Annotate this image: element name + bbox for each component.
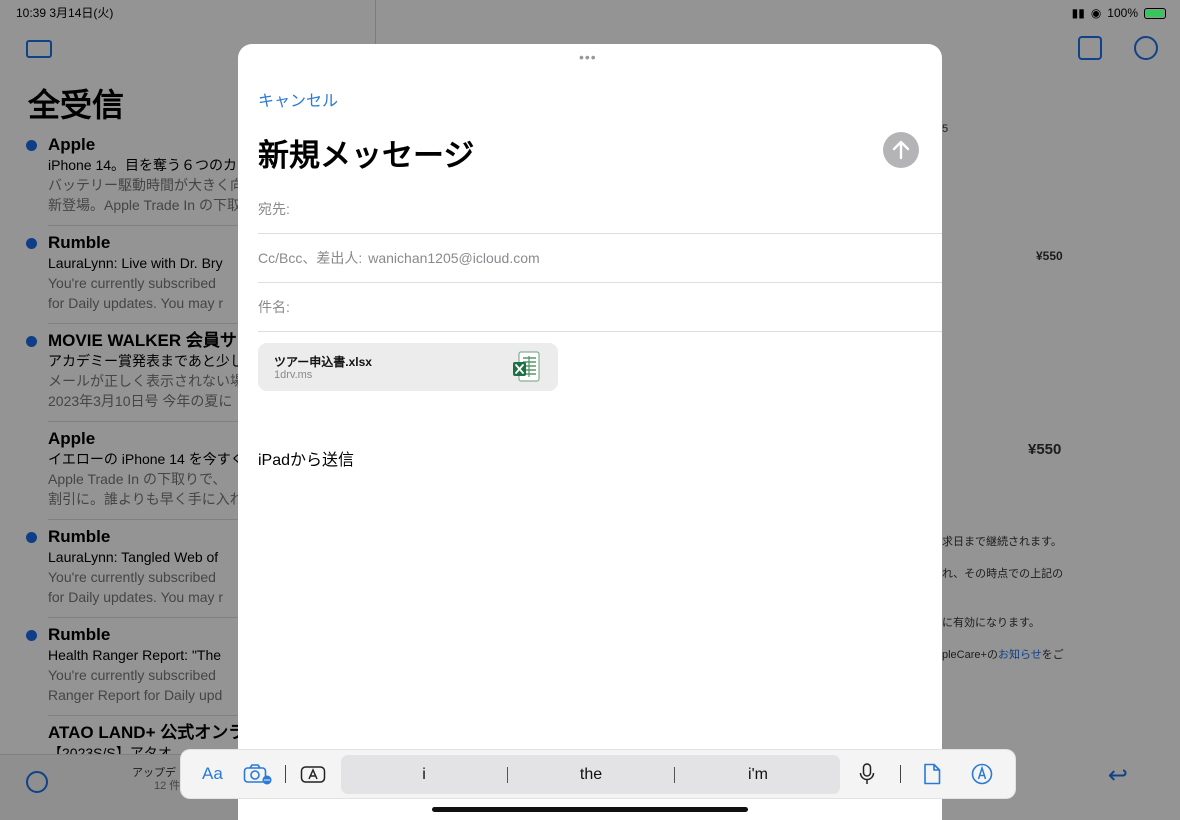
scan-text-button[interactable] <box>300 762 326 786</box>
microphone-icon <box>859 763 875 784</box>
divider <box>900 765 901 783</box>
status-time: 10:39 3月14日(火) <box>16 6 114 20</box>
text-format-button[interactable]: Aa <box>202 762 223 786</box>
suggestion-item[interactable]: i'm <box>675 766 841 784</box>
battery-icon <box>1144 7 1166 19</box>
subject-input[interactable] <box>293 299 942 315</box>
subject-field[interactable]: 件名: <box>258 283 942 332</box>
camera-button[interactable] <box>243 762 273 786</box>
markup-button[interactable] <box>971 762 993 786</box>
attach-document-button[interactable] <box>923 762 941 786</box>
status-right: ▮▮ ◉ 100% <box>1072 4 1166 22</box>
arrow-up-icon <box>892 140 910 160</box>
scan-text-icon <box>300 766 326 783</box>
cc-bcc-from-label: Cc/Bcc、差出人: <box>258 250 363 266</box>
wifi-icon: ◉ <box>1090 6 1102 20</box>
divider <box>285 765 286 783</box>
send-button[interactable] <box>883 132 919 168</box>
document-icon <box>924 763 941 785</box>
markup-icon <box>971 763 993 785</box>
attachment-card[interactable]: ツアー申込書.xlsx 1drv.ms <box>258 343 558 391</box>
to-input[interactable] <box>293 201 942 217</box>
home-indicator[interactable] <box>432 807 748 812</box>
suggestion-item[interactable]: i <box>341 766 507 784</box>
compose-sheet: ••• キャンセル 新規メッセージ 宛先: Cc/Bcc、差出人: wanich… <box>238 44 942 820</box>
sheet-grabber-icon[interactable]: ••• <box>579 50 597 64</box>
subject-label: 件名: <box>258 299 290 315</box>
keyboard-shortcut-bar: Aa i the i'm <box>181 750 1015 798</box>
excel-file-icon <box>513 351 540 382</box>
suggestions-bar: i the i'm <box>341 755 840 794</box>
attachment-name: ツアー申込書.xlsx <box>274 355 372 369</box>
battery-percent: 100% <box>1107 6 1138 20</box>
message-body[interactable]: iPadから送信 <box>258 446 354 470</box>
status-bar: 10:39 3月14日(火) ▮▮ ◉ 100% <box>16 4 1166 22</box>
camera-icon <box>243 764 272 785</box>
from-address[interactable]: wanichan1205@icloud.com <box>368 250 539 266</box>
cc-bcc-from-field[interactable]: Cc/Bcc、差出人: wanichan1205@icloud.com <box>258 234 942 283</box>
dictation-button[interactable] <box>859 762 875 786</box>
cancel-button[interactable]: キャンセル <box>258 87 338 111</box>
suggestion-item[interactable]: the <box>508 766 674 784</box>
attachment-source: 1drv.ms <box>274 369 313 381</box>
to-field[interactable]: 宛先: <box>258 185 942 234</box>
to-label: 宛先: <box>258 201 290 217</box>
page-title: 新規メッセージ <box>258 138 475 173</box>
signal-icon: ▮▮ <box>1071 6 1085 20</box>
